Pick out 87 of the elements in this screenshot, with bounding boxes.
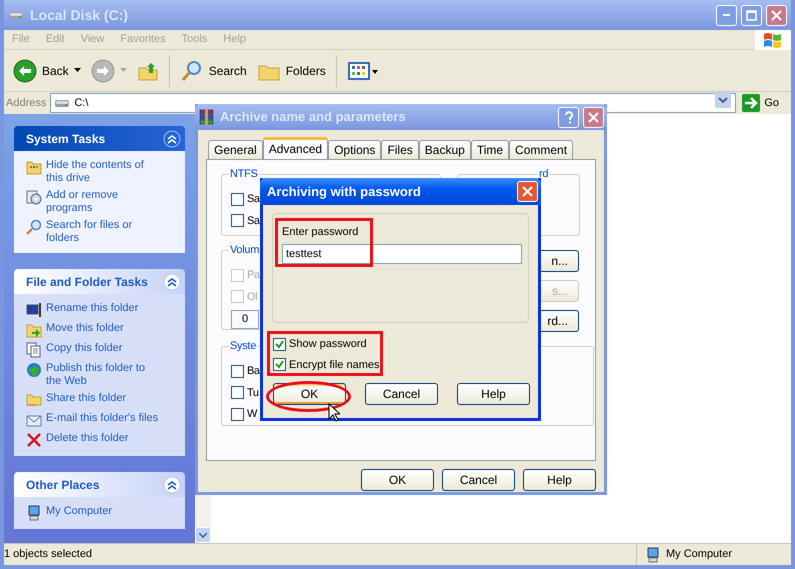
document-copy-icon — [26, 342, 42, 358]
folders-button[interactable]: Folders — [254, 58, 329, 82]
help-icon — [564, 110, 574, 124]
collapse-icon[interactable] — [163, 476, 181, 494]
drive-icon — [8, 9, 24, 21]
task-link[interactable]: Hide the contents of this drive — [46, 159, 161, 185]
minimize-icon — [723, 14, 730, 16]
maximize-icon — [746, 10, 757, 20]
search-button[interactable]: Search — [176, 56, 250, 84]
folder-grid-icon — [26, 159, 42, 175]
mouse-pointer-icon — [328, 403, 340, 422]
windows-logo-icon — [762, 30, 784, 48]
delete-icon — [26, 432, 42, 448]
archive-books-icon — [198, 108, 216, 126]
check-icon — [275, 360, 284, 370]
go-button[interactable]: Go — [740, 94, 789, 112]
task-link[interactable]: Copy this folder — [46, 342, 122, 355]
checkbox-label: W — [247, 407, 257, 422]
task-link[interactable]: Search for files or folders — [46, 219, 161, 245]
check-icon — [275, 340, 284, 349]
checkbox[interactable] — [231, 408, 244, 421]
task-link[interactable]: Delete this folder — [46, 432, 129, 445]
checkbox-label: Tu — [247, 386, 259, 400]
panel-header[interactable]: File and Folder Tasks — [14, 269, 185, 294]
close-button[interactable] — [766, 4, 787, 26]
go-arrow-icon — [742, 94, 760, 112]
dialog-button[interactable]: OK — [273, 383, 346, 405]
views-icon — [346, 60, 379, 80]
checkbox[interactable] — [231, 364, 244, 378]
task-link[interactable]: My Computer — [46, 505, 112, 518]
panel-header[interactable]: System Tasks — [14, 126, 185, 151]
zone-label: My Computer — [666, 547, 732, 562]
search-icon — [26, 219, 42, 235]
task-link[interactable]: E-mail this folder's files — [46, 412, 158, 425]
checkbox-label: Ol — [247, 290, 258, 304]
dropdown-icon — [715, 92, 732, 108]
close-icon — [588, 112, 599, 122]
address-label: Address — [6, 96, 46, 111]
scroll-down-button[interactable] — [195, 527, 211, 543]
task-link[interactable]: Rename this folder — [46, 302, 138, 315]
computer-icon — [26, 505, 42, 521]
group-title: Syste — [229, 339, 258, 353]
window-title: Local Disk (C:) — [30, 6, 128, 25]
checkbox-label: Sa — [247, 214, 260, 228]
checkbox-label: Encrypt file names — [289, 358, 380, 372]
dialog-button[interactable]: Help — [457, 383, 530, 405]
checkbox-label: Sa — [247, 192, 260, 207]
back-button[interactable]: Back — [10, 56, 84, 84]
checkbox[interactable] — [231, 192, 244, 206]
drive-icon — [54, 97, 70, 109]
minimize-button[interactable] — [716, 4, 737, 26]
close-icon — [771, 10, 782, 20]
checkbox[interactable] — [273, 338, 286, 351]
close-icon — [522, 186, 533, 197]
globe-icon — [26, 362, 42, 378]
program-disc-icon — [26, 189, 42, 205]
forward-icon — [90, 58, 115, 82]
panel-header[interactable]: Other Places — [14, 472, 185, 497]
maximize-button[interactable] — [741, 4, 762, 26]
checkbox[interactable] — [273, 358, 286, 372]
collapse-icon[interactable] — [163, 272, 181, 290]
close-button[interactable] — [517, 181, 538, 202]
status-text: 1 objects selected — [4, 547, 94, 562]
checkbox[interactable] — [231, 214, 244, 228]
caret-icon — [74, 68, 81, 73]
checkbox-label: Show password — [289, 337, 367, 352]
caret-icon — [120, 68, 127, 73]
task-link[interactable]: Add or remove programs — [46, 189, 161, 215]
checkbox-label: Pa — [247, 268, 260, 283]
folder-hand-icon — [26, 392, 42, 408]
password-field[interactable]: testtest — [282, 244, 522, 264]
task-link[interactable]: Publish this folder to the Web — [46, 362, 161, 388]
computer-icon — [645, 546, 661, 562]
collapse-icon[interactable] — [163, 130, 181, 148]
volume-size-field[interactable]: 0 — [231, 310, 259, 328]
checkbox[interactable] — [231, 386, 244, 400]
folder-arrow-icon — [26, 322, 42, 338]
rename-icon — [26, 302, 42, 318]
field-label: Enter password — [282, 225, 360, 240]
search-icon — [180, 58, 204, 82]
dialog-button[interactable]: Cancel — [365, 383, 438, 405]
task-link[interactable]: Share this folder — [46, 392, 126, 405]
task-link[interactable]: Move this folder — [46, 322, 124, 335]
scroll-down-icon — [199, 532, 207, 538]
checkbox-label: Ba — [247, 364, 260, 379]
back-icon — [13, 58, 37, 82]
dialog-title: Archiving with password — [267, 182, 421, 201]
